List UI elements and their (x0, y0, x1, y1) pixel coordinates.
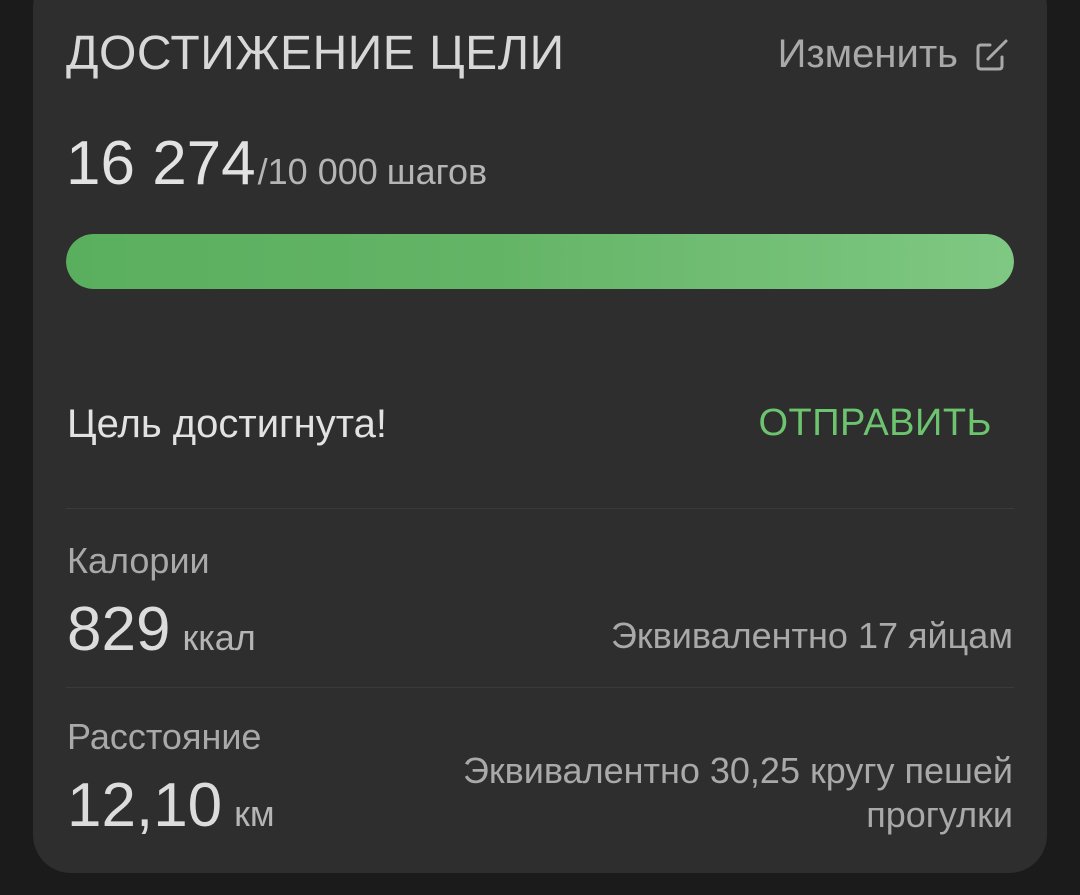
distance-metric: 12,10 км (67, 770, 275, 841)
goal-status-text: Цель достигнута! (67, 402, 387, 446)
distance-equivalent-line1: Эквивалентно 30,25 кругу пешей (462, 750, 1013, 791)
send-button[interactable]: ОТПРАВИТЬ (758, 402, 992, 445)
divider (66, 508, 1014, 509)
steps-goal: /10 000 (257, 151, 378, 192)
progress-bar (66, 234, 1014, 289)
calories-label: Калории (67, 540, 210, 581)
divider (66, 687, 1014, 688)
steps-value: 16 274 (66, 129, 256, 198)
distance-equivalent-line2: прогулки (866, 794, 1013, 835)
edit-goal-button[interactable]: Изменить (778, 32, 1012, 77)
distance-unit: км (234, 793, 275, 834)
distance-value: 12,10 (67, 771, 223, 840)
steps-unit: шагов (386, 151, 488, 192)
distance-equivalent: Эквивалентно 30,25 кругу пешей прогулки (463, 749, 1013, 837)
calories-unit: ккал (182, 617, 256, 658)
steps-summary: 16 274 /10 000 шагов (66, 128, 487, 199)
progress-bar-fill (66, 234, 1014, 289)
calories-metric: 829 ккал (67, 594, 256, 665)
distance-label: Расстояние (67, 716, 262, 757)
calories-equivalent: Эквивалентно 17 яйцам (611, 615, 1013, 656)
edit-label: Изменить (777, 32, 958, 76)
edit-square-icon (976, 39, 1008, 70)
card-title: ДОСТИЖЕНИЕ ЦЕЛИ (66, 27, 565, 80)
calories-value: 829 (67, 595, 171, 664)
